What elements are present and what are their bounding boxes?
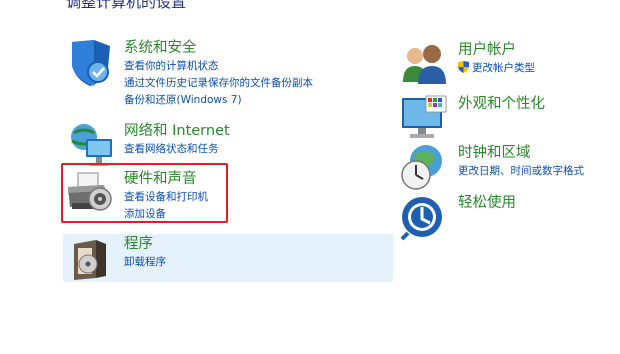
programs-icon: [66, 234, 116, 284]
link-change-account-type-label: 更改帐户类型: [472, 62, 535, 74]
category-title-appearance[interactable]: 外观和个性化: [458, 94, 545, 114]
uac-shield-icon: [458, 61, 469, 79]
monitor-icon: [400, 94, 450, 144]
category-title-clock-region[interactable]: 时钟和区域: [458, 143, 584, 163]
category-title-programs[interactable]: 程序: [124, 234, 166, 254]
corner-mark: =: [606, 0, 614, 4]
link-network-status-tasks[interactable]: 查看网络状态和任务: [124, 141, 230, 158]
clock-globe-icon: [400, 143, 450, 193]
category-title-user-accounts[interactable]: 用户帐户: [458, 40, 535, 60]
category-title-ease-of-access[interactable]: 轻松使用: [458, 193, 516, 213]
category-title-network-internet[interactable]: 网络和 Internet: [124, 121, 230, 141]
link-file-history-backup[interactable]: 通过文件历史记录保存你的文件备份副本: [124, 75, 313, 92]
ease-of-access-icon: [400, 193, 450, 243]
page-title: 调整计算机的设置: [66, 0, 187, 11]
shield-icon: [66, 38, 116, 88]
highlight-annotation-box: [61, 163, 228, 223]
category-title-system-security[interactable]: 系统和安全: [124, 38, 313, 58]
link-change-date-time-format[interactable]: 更改日期、时间或数字格式: [458, 163, 584, 180]
users-icon: [400, 40, 450, 90]
link-uninstall-program[interactable]: 卸载程序: [124, 254, 166, 271]
link-view-computer-status[interactable]: 查看你的计算机状态: [124, 58, 313, 75]
link-backup-restore[interactable]: 备份和还原(Windows 7): [124, 92, 313, 109]
link-change-account-type[interactable]: 更改帐户类型: [458, 60, 535, 79]
